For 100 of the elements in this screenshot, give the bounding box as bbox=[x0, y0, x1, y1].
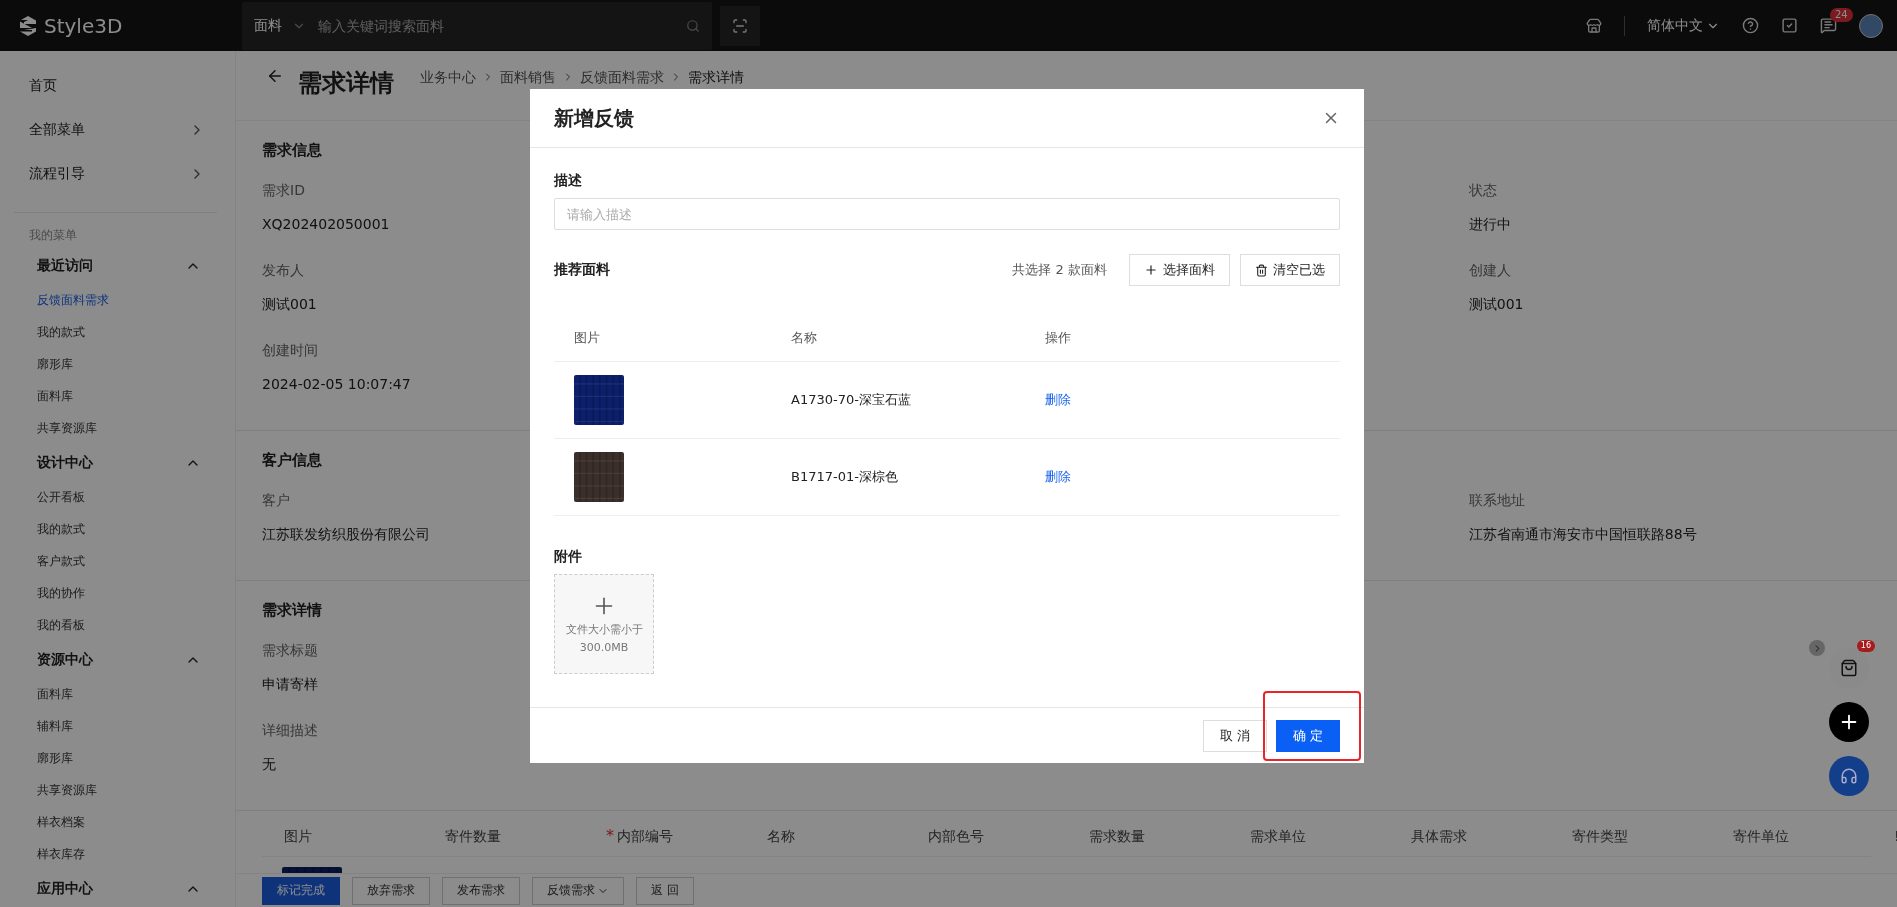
section-title: 需求详情 bbox=[262, 601, 322, 620]
sidebar-item[interactable]: 面料库 bbox=[0, 380, 235, 412]
field-value: 2024-02-05 10:07:47 bbox=[262, 376, 411, 394]
field-label: 创建人 bbox=[1468, 262, 1511, 280]
field-label: 联系地址 bbox=[1468, 492, 1525, 510]
action-button[interactable]: 放弃需求 bbox=[352, 876, 430, 905]
action-button[interactable]: 标记完成 bbox=[262, 876, 340, 905]
plus-icon bbox=[1144, 263, 1158, 277]
avatar[interactable] bbox=[1859, 13, 1883, 38]
description-field[interactable]: 请输入描述 bbox=[554, 198, 1340, 230]
sidebar-item[interactable]: 共享资源库 bbox=[0, 412, 235, 444]
field-label: 描述 bbox=[554, 171, 583, 190]
notification-badge: 24 bbox=[1830, 8, 1853, 22]
scan-button[interactable] bbox=[720, 5, 760, 46]
sidebar-item[interactable]: 样衣库存 bbox=[0, 838, 235, 870]
field-label: 创建时间 bbox=[262, 342, 318, 360]
sidebar-item[interactable]: 廓形库 bbox=[0, 348, 235, 380]
field-value: 测试001 bbox=[262, 296, 317, 314]
cancel-button[interactable]: 取 消 bbox=[1202, 719, 1267, 752]
field-value: 测试001 bbox=[1468, 296, 1524, 314]
logo-icon bbox=[18, 14, 38, 37]
upload-hint: 300.0MB bbox=[579, 641, 629, 655]
bag-icon bbox=[1840, 659, 1858, 677]
sidebar-group[interactable]: 应用中心 bbox=[0, 870, 235, 907]
required-mark: * bbox=[606, 825, 614, 845]
breadcrumb-link[interactable]: 需求详情 bbox=[688, 69, 744, 85]
sidebar-item[interactable]: 面料库 bbox=[0, 678, 235, 710]
column-header: ! bbox=[1894, 828, 1897, 844]
selection-count: 共选择 2 款面料 bbox=[1012, 261, 1107, 279]
collapse-button[interactable] bbox=[1809, 640, 1825, 656]
action-button[interactable]: 反馈需求 bbox=[532, 876, 624, 905]
delete-link[interactable]: 删除 bbox=[1045, 392, 1071, 407]
toolbar-button[interactable]: 选择面料 bbox=[1129, 254, 1230, 286]
sidebar-group[interactable]: 最近访问 bbox=[0, 247, 235, 284]
column-header: 操作 bbox=[1045, 328, 1072, 347]
column-header: 名称 bbox=[791, 328, 818, 347]
field-value: 无 bbox=[262, 756, 276, 774]
material-name: B1717-01-深棕色 bbox=[791, 469, 898, 484]
column-header: 内部色号 bbox=[928, 827, 984, 844]
logo-text: Style3D bbox=[44, 13, 123, 38]
sidebar-group[interactable]: 资源中心 bbox=[0, 641, 235, 678]
column-header: 寄件类型 bbox=[1572, 827, 1628, 844]
trash-icon bbox=[1255, 263, 1268, 277]
sidebar-item[interactable]: 样衣档案 bbox=[0, 806, 235, 838]
field-label: 需求ID bbox=[262, 182, 305, 200]
search-field[interactable]: 面料 输入关键词搜索面料 bbox=[242, 1, 712, 50]
sidebar-item[interactable]: 共享资源库 bbox=[0, 774, 235, 806]
headset-icon bbox=[1840, 767, 1858, 785]
dialog-title: 新增反馈 bbox=[554, 104, 634, 132]
sidebar-item[interactable]: 客户款式 bbox=[0, 545, 235, 577]
sidebar-item[interactable]: 我的款式 bbox=[0, 316, 235, 348]
sidebar-item[interactable]: 公开看板 bbox=[0, 481, 235, 513]
delete-link[interactable]: 删除 bbox=[1045, 469, 1071, 484]
sidebar-item[interactable]: 我的款式 bbox=[0, 513, 235, 545]
field-label: 附件 bbox=[554, 547, 583, 566]
language-select[interactable]: 简体中文 bbox=[1647, 16, 1720, 35]
sidebar-item[interactable]: 我的看板 bbox=[0, 609, 235, 641]
add-button[interactable] bbox=[1829, 702, 1869, 742]
section-title: 客户信息 bbox=[262, 451, 322, 470]
section-title: 需求信息 bbox=[262, 141, 322, 160]
breadcrumb-link[interactable]: 反馈面料需求 bbox=[580, 69, 664, 85]
message-icon[interactable] bbox=[1820, 17, 1837, 34]
column-header: 寄件数量 bbox=[445, 827, 501, 844]
breadcrumb-link[interactable]: 业务中心 bbox=[420, 69, 476, 85]
field-label: 推荐面料 bbox=[554, 260, 610, 279]
field-label: 客户 bbox=[262, 492, 290, 510]
column-header: 需求单位 bbox=[1250, 827, 1306, 844]
field-value: 江苏联发纺织股份有限公司 bbox=[262, 526, 430, 544]
sidebar-item[interactable]: 首页 bbox=[0, 64, 235, 108]
sidebar-item[interactable]: 反馈面料需求 bbox=[0, 284, 235, 316]
action-button[interactable]: 返 回 bbox=[636, 876, 694, 905]
field-value: 申请寄样 bbox=[262, 676, 318, 694]
field-label: 发布人 bbox=[262, 262, 304, 280]
sidebar-item[interactable]: 流程引导 bbox=[0, 152, 235, 196]
confirm-button[interactable]: 确 定 bbox=[1275, 719, 1340, 752]
store-icon[interactable] bbox=[1586, 17, 1602, 34]
upload-hint: 文件大小需小于 bbox=[565, 623, 643, 637]
back-icon[interactable] bbox=[266, 67, 284, 85]
sidebar-item[interactable]: 全部菜单 bbox=[0, 108, 235, 152]
support-button[interactable] bbox=[1829, 756, 1869, 796]
column-header: 寄件单位 bbox=[1733, 827, 1789, 844]
breadcrumb-link[interactable]: 面料销售 bbox=[500, 69, 556, 85]
cart-badge: 16 bbox=[1856, 640, 1875, 652]
upload-area[interactable]: 文件大小需小于 300.0MB bbox=[554, 574, 654, 674]
column-header: 具体需求 bbox=[1411, 827, 1467, 844]
field-label: 需求标题 bbox=[262, 642, 318, 660]
help-icon[interactable] bbox=[1742, 17, 1759, 34]
category-select[interactable]: 面料 bbox=[254, 16, 282, 35]
field-label: 详细描述 bbox=[262, 722, 318, 740]
page-title: 需求详情 bbox=[298, 68, 394, 99]
task-icon[interactable] bbox=[1781, 17, 1798, 34]
field-value: 进行中 bbox=[1468, 216, 1511, 234]
action-button[interactable]: 发布需求 bbox=[442, 876, 520, 905]
column-header: 内部编号 bbox=[617, 827, 673, 844]
sidebar-item[interactable]: 廓形库 bbox=[0, 742, 235, 774]
toolbar-button[interactable]: 清空已选 bbox=[1240, 254, 1340, 286]
sidebar-item[interactable]: 我的协作 bbox=[0, 577, 235, 609]
sidebar-item[interactable]: 辅料库 bbox=[0, 710, 235, 742]
material-name: A1730-70-深宝石蓝 bbox=[791, 392, 911, 407]
sidebar-group[interactable]: 设计中心 bbox=[0, 444, 235, 481]
